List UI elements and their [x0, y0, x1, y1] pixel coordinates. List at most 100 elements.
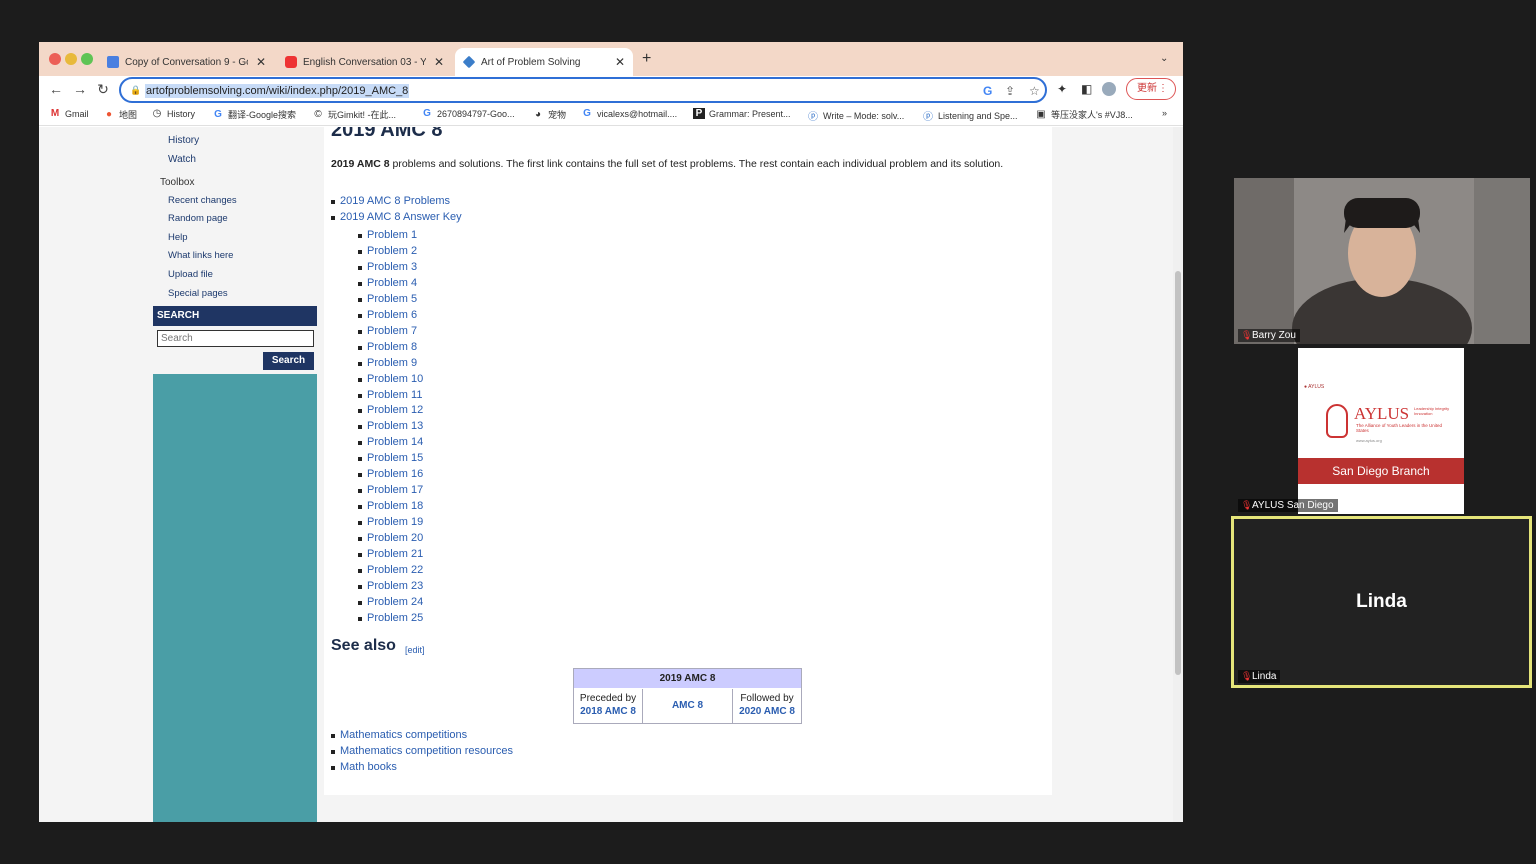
- article-content: 2019 AMC 8 2019 AMC 8 problems and solut…: [324, 127, 1052, 795]
- branch-banner: San Diego Branch: [1298, 458, 1464, 484]
- navbox: 2019 AMC 8 Preceded by 2018 AMC 8 AMC 8 …: [573, 668, 802, 724]
- tab-aops[interactable]: Art of Problem Solving ✕: [455, 48, 633, 76]
- minimize-window-button[interactable]: [65, 53, 77, 65]
- extensions-icon[interactable]: ✦: [1057, 82, 1067, 96]
- bookmark-write[interactable]: ⓟ Write – Mode: solv...: [807, 108, 904, 124]
- sidebar-link-upload-file[interactable]: Upload file: [168, 269, 213, 280]
- close-icon[interactable]: ✕: [615, 55, 625, 69]
- problem-link[interactable]: Problem 17: [357, 484, 423, 496]
- problem-link[interactable]: Problem 9: [357, 357, 417, 369]
- sidebar-link-random-page[interactable]: Random page: [168, 213, 228, 224]
- sidebar-link-history[interactable]: History: [168, 135, 199, 146]
- problem-link[interactable]: Problem 7: [357, 325, 417, 337]
- bookmark-star-icon[interactable]: ☆: [1029, 84, 1040, 98]
- followed-link[interactable]: 2020 AMC 8: [733, 706, 801, 717]
- close-window-button[interactable]: [49, 53, 61, 65]
- participant-name-tag: 🎙 AYLUS San Diego: [1238, 499, 1338, 512]
- bookmark-grammar[interactable]: P Grammar: Present...: [693, 108, 791, 119]
- see-also-heading: See also: [331, 637, 396, 654]
- bookmark-gmail[interactable]: M Gmail: [49, 108, 89, 119]
- sidebar-link-watch[interactable]: Watch: [168, 154, 196, 165]
- bookmark-hotmail[interactable]: Gvicalexs@hotmail....: [581, 108, 677, 119]
- bookmarks-overflow[interactable]: »: [1162, 108, 1167, 118]
- video-tile-barry[interactable]: 🎙 Barry Zou: [1234, 178, 1530, 344]
- problem-link[interactable]: Problem 3: [357, 261, 417, 273]
- navbox-center: AMC 8: [643, 689, 733, 724]
- problem-link[interactable]: Problem 14: [357, 436, 423, 448]
- tab-youtube[interactable]: English Conversation 03 - YouT ✕: [277, 48, 452, 76]
- link-math-competitions[interactable]: Mathematics competitions: [330, 729, 467, 741]
- problem-link[interactable]: Problem 13: [357, 420, 423, 432]
- bookmark-history[interactable]: ◷ History: [151, 108, 195, 119]
- search-button[interactable]: Search: [263, 352, 314, 370]
- problem-link[interactable]: Problem 15: [357, 452, 423, 464]
- share-icon[interactable]: ⇪: [1005, 84, 1015, 98]
- menu-icon[interactable]: ⋮: [1158, 79, 1168, 99]
- sidebar-link-what-links-here[interactable]: What links here: [168, 250, 233, 261]
- zoom-window-button[interactable]: [81, 53, 93, 65]
- problem-link[interactable]: Problem 11: [357, 389, 422, 401]
- problem-link[interactable]: Problem 16: [357, 468, 423, 480]
- url-text[interactable]: artofproblemsolving.com/wiki/index.php/2…: [145, 84, 410, 98]
- center-link[interactable]: AMC 8: [672, 700, 703, 711]
- problem-link[interactable]: Problem 1: [357, 229, 417, 241]
- problem-link[interactable]: Problem 4: [357, 277, 417, 289]
- back-icon[interactable]: ←: [47, 81, 65, 97]
- bookmark-maps[interactable]: ● 地图: [103, 108, 137, 121]
- bookmark-label: Grammar: Present...: [709, 108, 791, 119]
- problem-link[interactable]: Problem 5: [357, 293, 417, 305]
- sidebar-link-help[interactable]: Help: [168, 232, 188, 243]
- problem-link[interactable]: Problem 19: [357, 516, 423, 528]
- close-icon[interactable]: ✕: [256, 55, 266, 69]
- problem-link[interactable]: Problem 24: [357, 596, 423, 608]
- problem-link[interactable]: Problem 23: [357, 580, 423, 592]
- bookmark-gimkit[interactable]: © 玩Gimkit! -在此...: [312, 108, 396, 121]
- search-heading: SEARCH: [153, 306, 317, 326]
- problem-link[interactable]: Problem 21: [357, 548, 423, 560]
- tab-search-icon[interactable]: ⌄: [1160, 53, 1168, 64]
- link-math-books[interactable]: Math books: [331, 761, 397, 773]
- preceded-label: Preceded by: [579, 693, 637, 704]
- close-icon[interactable]: ✕: [434, 55, 444, 69]
- video-tile-aylus[interactable]: ● AYLUS AYLUS Leadership Integrity Innov…: [1234, 348, 1530, 514]
- bookmark-pets[interactable]: ◕ 宠物: [532, 108, 566, 121]
- search-input[interactable]: [157, 330, 314, 347]
- sidebar-link-recent-changes[interactable]: Recent changes: [168, 195, 237, 206]
- link-amc8-problems[interactable]: 2019 AMC 8 Problems: [330, 195, 450, 207]
- sidebar-link-special-pages[interactable]: Special pages: [168, 288, 228, 299]
- link-amc8-answer-key[interactable]: 2019 AMC 8 Answer Key: [331, 211, 462, 223]
- problem-link[interactable]: Problem 8: [357, 341, 417, 353]
- toolbox-heading: Toolbox: [160, 177, 195, 188]
- problem-link[interactable]: Problem 22: [357, 564, 423, 576]
- problem-link[interactable]: Problem 20: [357, 532, 423, 544]
- google-translate-icon[interactable]: G: [983, 84, 992, 98]
- bookmark-listening[interactable]: ⓟ Listening and Spe...: [922, 108, 1018, 124]
- problem-link[interactable]: Problem 2: [357, 245, 417, 257]
- muted-mic-icon: 🎙: [1241, 671, 1253, 681]
- bookmark-vj8[interactable]: ▣ 等压没家人's #VJ8...: [1035, 108, 1132, 121]
- forward-icon[interactable]: →: [71, 81, 89, 97]
- edit-link[interactable]: [edit]: [405, 645, 425, 655]
- muted-mic-icon: 🎙: [1241, 500, 1253, 510]
- reload-icon[interactable]: ↻: [94, 81, 112, 98]
- intro-text: 2019 AMC 8 problems and solutions. The f…: [331, 156, 1031, 172]
- bookmark-translate[interactable]: G 翻译-Google搜索: [212, 108, 296, 121]
- bookmark-label: 玩Gimkit! -在此...: [328, 110, 396, 120]
- bookmark-label: 宠物: [548, 110, 567, 120]
- problem-link[interactable]: Problem 25: [357, 612, 423, 624]
- problem-link[interactable]: Problem 6: [357, 309, 417, 321]
- side-panel-icon[interactable]: ◧: [1081, 82, 1092, 96]
- tab-docs[interactable]: Copy of Conversation 9 - Goog ✕: [99, 48, 274, 76]
- video-tile-linda[interactable]: Linda 🎙 Linda: [1231, 516, 1532, 688]
- problem-link[interactable]: Problem 18: [357, 500, 423, 512]
- new-tab-button[interactable]: +: [642, 50, 651, 68]
- update-button[interactable]: 更新 ⋮: [1126, 78, 1176, 100]
- problem-link[interactable]: Problem 10: [357, 373, 423, 385]
- address-bar[interactable]: 🔒 artofproblemsolving.com/wiki/index.php…: [119, 77, 1047, 103]
- scrollbar-thumb[interactable]: [1175, 271, 1181, 675]
- link-math-competition-resources[interactable]: Mathematics competition resources: [330, 745, 513, 757]
- bookmark-google-2[interactable]: G 2670894797-Goo...: [421, 108, 514, 119]
- problem-link[interactable]: Problem 12: [357, 404, 423, 416]
- profile-avatar[interactable]: [1102, 82, 1116, 96]
- preceded-link[interactable]: 2018 AMC 8: [574, 706, 642, 717]
